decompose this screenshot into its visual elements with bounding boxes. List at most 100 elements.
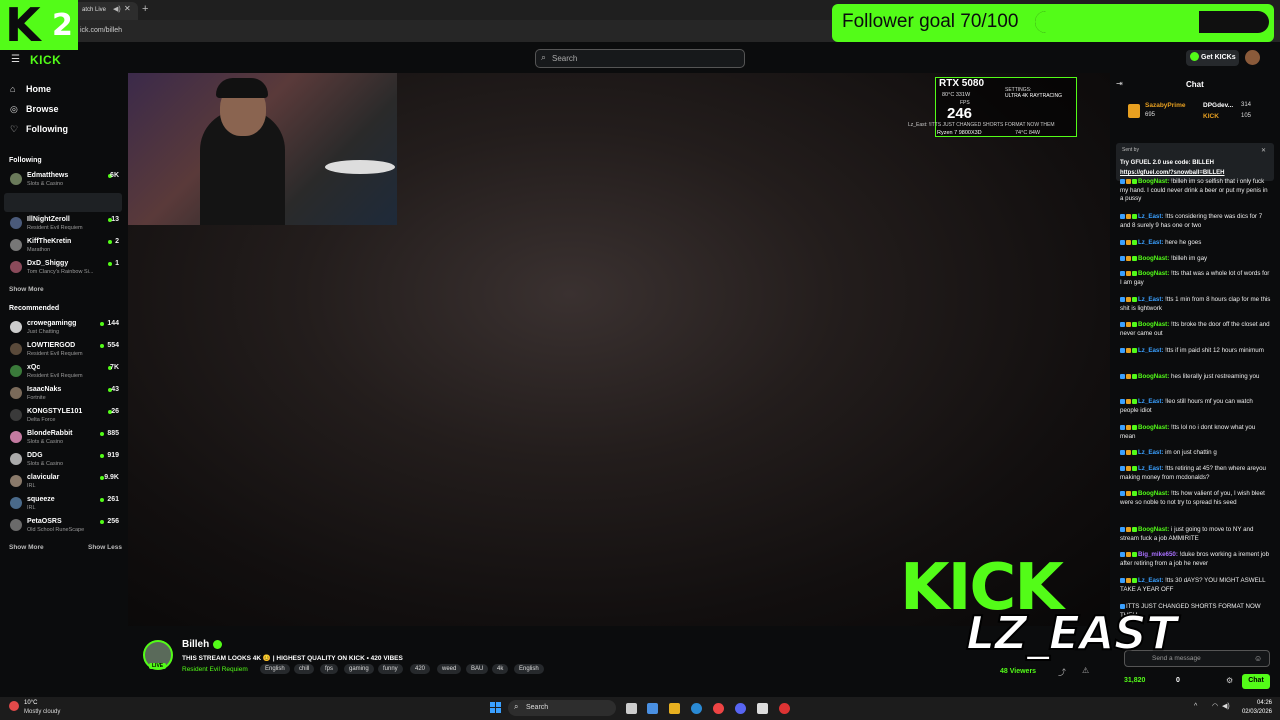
channel-avatar[interactable] <box>10 365 22 377</box>
leaderboard-name[interactable]: KICK <box>1203 113 1219 120</box>
channel-name[interactable]: IsaacNaks <box>27 386 61 393</box>
sidebar-nav-browse[interactable]: Browse <box>26 104 59 114</box>
chat-username[interactable]: Lz_East: <box>1138 449 1163 456</box>
channel-avatar[interactable] <box>10 387 22 399</box>
stream-tag[interactable]: chill <box>294 664 315 674</box>
show-more-button[interactable]: Show More <box>9 286 44 293</box>
channel-avatar[interactable] <box>10 343 22 355</box>
file-explorer-icon[interactable] <box>669 703 680 714</box>
show-less-button[interactable]: Show Less <box>88 544 122 551</box>
channel-avatar[interactable] <box>10 453 22 465</box>
stream-category[interactable]: Resident Evil Requiem <box>182 666 248 673</box>
chat-username[interactable]: Lz_East: <box>1138 577 1163 584</box>
show-more-button[interactable]: Show More <box>9 544 44 551</box>
leaderboard-name[interactable]: DPGdev... <box>1203 102 1233 109</box>
channel-name[interactable]: KONGSTYLE101 <box>27 408 82 415</box>
channel-avatar[interactable] <box>10 431 22 443</box>
weather-icon[interactable] <box>9 701 19 711</box>
channel-name[interactable]: DxD_Shiggy <box>27 260 68 267</box>
emoji-icon[interactable]: ☺ <box>1254 654 1262 663</box>
chat-username[interactable]: BoogNast: <box>1138 255 1169 262</box>
stream-tag[interactable]: funny <box>378 664 403 674</box>
wifi-icon[interactable]: ◠ <box>1212 702 1218 710</box>
channel-name[interactable]: KiffTheKretin <box>27 238 71 245</box>
stream-tag[interactable]: fps <box>320 664 339 674</box>
chat-username[interactable]: BoogNast: <box>1138 490 1169 497</box>
channel-name[interactable]: BlondeRabbit <box>27 430 73 437</box>
channel-name[interactable]: PetaOSRS <box>27 518 62 525</box>
discord-icon[interactable] <box>735 703 746 714</box>
tab-close-icon[interactable]: ✕ <box>124 4 131 13</box>
chat-username[interactable]: Lz_East: <box>1138 239 1163 246</box>
streamer-name[interactable]: Billeh <box>182 639 209 650</box>
stream-tag[interactable]: 4k <box>492 664 509 674</box>
chat-username[interactable]: Lz_East: <box>1138 347 1163 354</box>
chat-collapse-icon[interactable]: ⇥ <box>1116 79 1123 88</box>
kick-logo[interactable]: KICK <box>30 53 61 67</box>
new-tab-icon[interactable]: + <box>142 3 148 15</box>
channel-avatar[interactable] <box>10 409 22 421</box>
channel-points[interactable]: 31,820 <box>1124 677 1145 684</box>
chat-username[interactable]: Lz_East: <box>1138 296 1163 303</box>
channel-name[interactable]: LOWTIERGOD <box>27 342 75 349</box>
stream-tag[interactable]: English <box>514 664 544 674</box>
chat-username[interactable]: BoogNast: <box>1138 526 1169 533</box>
channel-name[interactable]: DDG <box>27 452 43 459</box>
report-icon[interactable]: ⚠ <box>1082 666 1089 675</box>
chat-username[interactable]: Lz_East: <box>1138 465 1163 472</box>
chat-username[interactable]: Lz_East: <box>1138 398 1163 405</box>
unpin-icon[interactable]: ✕ <box>1261 147 1266 154</box>
pinned-link[interactable]: https://gfuel.com/?snowball=BILLEH <box>1120 170 1225 176</box>
user-avatar[interactable] <box>1245 50 1260 65</box>
chat-username[interactable]: BoogNast: <box>1138 270 1169 277</box>
channel-avatar[interactable] <box>10 321 22 333</box>
stream-tag[interactable]: weed <box>437 664 462 674</box>
channel-avatar[interactable] <box>10 519 22 531</box>
sidebar-nav-home[interactable]: Home <box>26 84 51 94</box>
kicks-balance[interactable]: 0 <box>1176 677 1180 684</box>
chat-username[interactable]: Lz_East: <box>1138 213 1163 220</box>
copilot-icon[interactable] <box>647 703 658 714</box>
channel-avatar[interactable] <box>10 173 22 185</box>
channel-avatar[interactable] <box>10 217 22 229</box>
channel-name[interactable]: xQc <box>27 364 40 371</box>
stream-tag[interactable]: BAU <box>466 664 489 674</box>
share-icon[interactable]: ⤴ <box>1058 667 1066 678</box>
stream-tag[interactable]: gaming <box>344 664 374 674</box>
channel-avatar[interactable] <box>10 239 22 251</box>
url-text[interactable]: ick.com/billeh <box>80 27 122 34</box>
channel-name[interactable]: crowegamingg <box>27 320 76 327</box>
channel-avatar[interactable] <box>10 497 22 509</box>
channel-avatar[interactable] <box>10 475 22 487</box>
windows-start-icon[interactable] <box>490 702 502 714</box>
chat-username[interactable]: Big_mike650: <box>1138 551 1178 558</box>
stream-tag[interactable]: 420 <box>410 664 431 674</box>
channel-name[interactable]: IllNightZeroll <box>27 216 70 223</box>
channel-avatar[interactable] <box>10 261 22 273</box>
app-icon[interactable] <box>779 703 790 714</box>
task-view-icon[interactable] <box>626 703 637 714</box>
gear-icon[interactable]: ⚙ <box>1226 676 1233 685</box>
chat-send-button[interactable]: Chat <box>1242 674 1270 689</box>
menu-icon[interactable]: ☰ <box>11 54 20 65</box>
chat-username[interactable]: BoogNast: <box>1138 321 1169 328</box>
volume-icon[interactable]: ◀) <box>1222 702 1230 710</box>
chat-username[interactable]: BoogNast: <box>1138 373 1169 380</box>
channel-name[interactable]: squeeze <box>27 496 55 503</box>
clock-time[interactable]: 04:26 <box>1232 700 1272 706</box>
channel-name[interactable]: Edmatthews <box>27 172 68 179</box>
chat-username[interactable]: BoogNast: <box>1138 424 1169 431</box>
chat-message: Lz_East: here he goes <box>1120 239 1272 248</box>
app-icon[interactable] <box>757 703 768 714</box>
clock-date[interactable]: 02/03/2026 <box>1232 709 1272 715</box>
tab-audio-icon[interactable]: ◀) <box>113 5 121 13</box>
tray-overflow-icon[interactable]: ^ <box>1194 703 1197 710</box>
taskbar-search[interactable] <box>508 700 616 716</box>
edge-icon[interactable] <box>691 703 702 714</box>
leaderboard-name[interactable]: SazabyPrime <box>1145 102 1185 109</box>
stream-tag[interactable]: English <box>260 664 290 674</box>
chrome-icon[interactable] <box>713 703 724 714</box>
sidebar-nav-following[interactable]: Following <box>26 124 68 134</box>
channel-name[interactable]: clavicular <box>27 474 59 481</box>
chat-username[interactable]: BoogNast: <box>1138 178 1169 185</box>
